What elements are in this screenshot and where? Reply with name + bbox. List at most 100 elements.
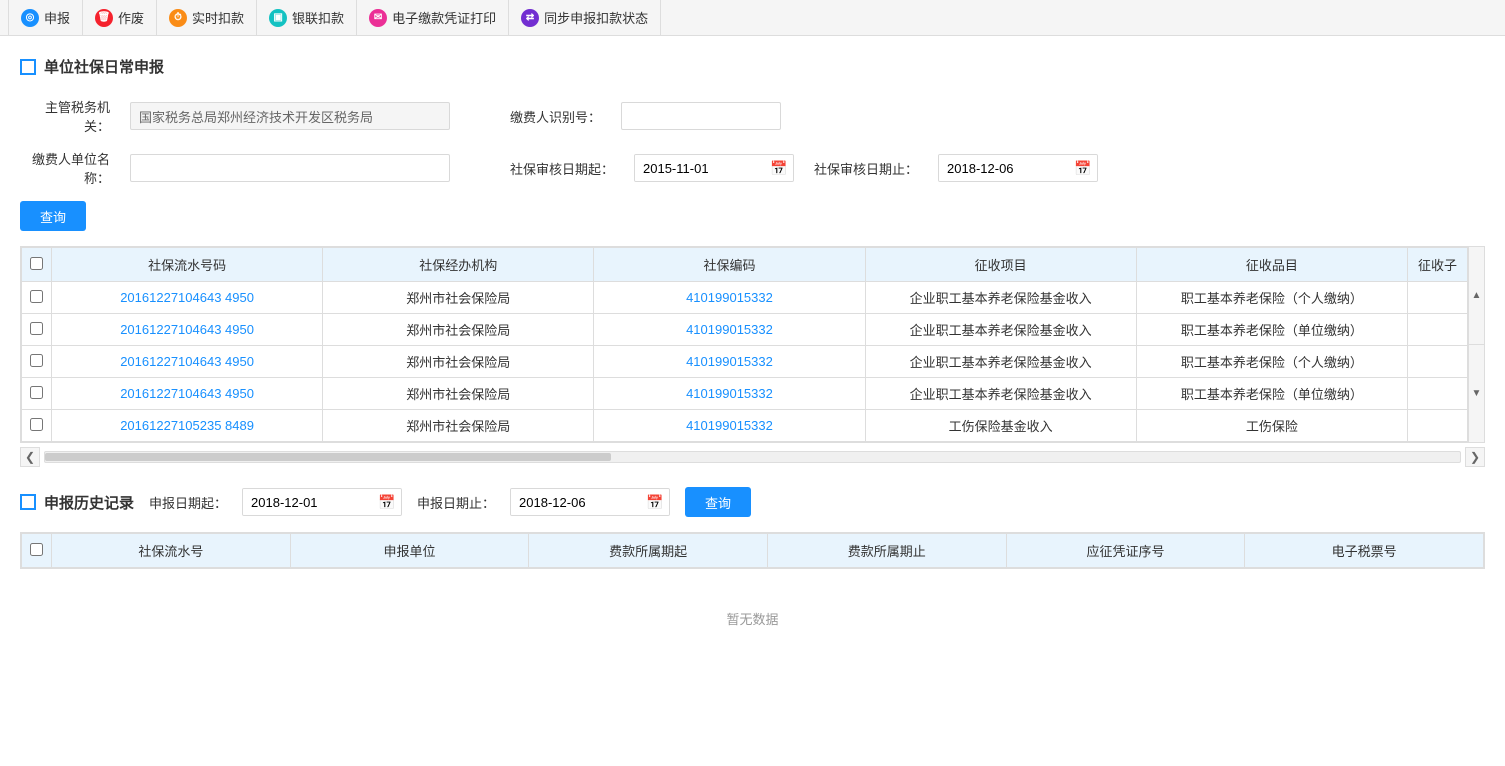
table-cell: 企业职工基本养老保险基金收入 <box>865 282 1136 314</box>
section2-date-to-icon[interactable]: 📅 <box>641 489 669 515</box>
col-item: 征收品目 <box>1136 248 1407 282</box>
row-checkbox[interactable] <box>30 290 43 303</box>
section2-table-header: 社保流水号 申报单位 费款所属期起 费款所属期止 应征凭证序号 电子税票号 <box>22 534 1484 568</box>
payer-id-label: 缴费人识别号： <box>510 107 601 126</box>
table-cell: 职工基本养老保险（单位缴纳） <box>1136 378 1407 410</box>
date-from-label: 社保审核日期起： <box>510 159 614 178</box>
col2-tax-ticket: 电子税票号 <box>1245 534 1484 568</box>
section2-date-from-label: 申报日期起： <box>149 493 227 512</box>
section2-title: 申报历史记录 <box>20 492 134 513</box>
section1-title-icon <box>20 59 36 75</box>
table-cell: 工伤保险 <box>1136 410 1407 442</box>
section2-date-from-input[interactable] <box>243 489 373 515</box>
section2-date-from-wrap[interactable]: 📅 <box>242 488 402 516</box>
discard-icon: 🗑 <box>95 9 113 27</box>
horiz-left-arrow[interactable]: ❮ <box>20 447 40 467</box>
section1-table-section: 社保流水号码 社保经办机构 社保编码 征收项目 征收品目 征收子 2016122… <box>20 246 1485 467</box>
table-cell <box>1408 378 1468 410</box>
query-btn-row: 查询 <box>20 201 1485 231</box>
table-row[interactable]: 20161227104643 4950郑州市社会保险局410199015332企… <box>22 282 1468 314</box>
table-cell <box>1408 346 1468 378</box>
col-category: 征收项目 <box>865 248 1136 282</box>
toolbar-print-label: 电子缴款凭证打印 <box>392 8 496 27</box>
table-cell <box>1408 314 1468 346</box>
row-checkbox[interactable] <box>30 354 43 367</box>
form-row-1: 主管税务机关： 缴费人识别号： <box>20 97 1485 135</box>
table-cell: 郑州市社会保险局 <box>323 378 594 410</box>
table-cell: 20161227105235 8489 <box>52 410 323 442</box>
table-cell: 职工基本养老保险（个人缴纳） <box>1136 346 1407 378</box>
horiz-scrollbar[interactable] <box>44 451 1461 463</box>
toolbar-unionpay-label: 银联扣款 <box>292 8 344 27</box>
toolbar-apply[interactable]: ◎ 申报 <box>8 0 83 35</box>
scroll-up-arrow[interactable]: ▲ <box>1469 247 1484 345</box>
table-cell: 郑州市社会保险局 <box>323 282 594 314</box>
payer-name-input[interactable] <box>130 154 450 182</box>
section2-date-to-input[interactable] <box>511 489 641 515</box>
section2-date-to-wrap[interactable]: 📅 <box>510 488 670 516</box>
horiz-right-arrow[interactable]: ❯ <box>1465 447 1485 467</box>
table-cell: 410199015332 <box>594 346 865 378</box>
payer-id-input[interactable] <box>621 102 781 130</box>
date-from-wrap[interactable]: 📅 <box>634 154 794 182</box>
tax-office-label: 主管税务机关： <box>20 97 110 135</box>
section2-date-from-icon[interactable]: 📅 <box>373 489 401 515</box>
row-checkbox[interactable] <box>30 386 43 399</box>
table-cell: 410199015332 <box>594 378 865 410</box>
section2-table-wrapper: 社保流水号 申报单位 费款所属期起 费款所属期止 应征凭证序号 电子税票号 <box>20 532 1485 569</box>
main-content: 单位社保日常申报 主管税务机关： 缴费人识别号： 缴费人单位名称： 社保审核日期… <box>0 36 1505 766</box>
table-cell: 企业职工基本养老保险基金收入 <box>865 378 1136 410</box>
date-to-label: 社保审核日期止： <box>814 159 918 178</box>
section2-table: 社保流水号 申报单位 费款所属期起 费款所属期止 应征凭证序号 电子税票号 <box>21 533 1484 568</box>
toolbar-sync[interactable]: ⇄ 同步申报扣款状态 <box>509 0 661 35</box>
table-cell: 郑州市社会保险局 <box>323 346 594 378</box>
horiz-scrollbar-thumb <box>45 453 611 461</box>
scroll-down-arrow[interactable]: ▼ <box>1469 345 1484 442</box>
col-serial: 社保流水号码 <box>52 248 323 282</box>
toolbar-discard[interactable]: 🗑 作废 <box>83 0 157 35</box>
section1-table-header: 社保流水号码 社保经办机构 社保编码 征收项目 征收品目 征收子 <box>22 248 1468 282</box>
section1-query-button[interactable]: 查询 <box>20 201 86 231</box>
table-cell <box>1408 282 1468 314</box>
vertical-scrollbar[interactable]: ▲ ▼ <box>1468 247 1484 442</box>
sync-icon: ⇄ <box>521 9 539 27</box>
select-all-checkbox-2[interactable] <box>30 543 43 556</box>
col2-cert-no: 应征凭证序号 <box>1006 534 1245 568</box>
col2-serial: 社保流水号 <box>52 534 291 568</box>
table-row[interactable]: 20161227104643 4950郑州市社会保险局410199015332企… <box>22 378 1468 410</box>
table-cell <box>1408 410 1468 442</box>
table-row[interactable]: 20161227105235 8489郑州市社会保险局410199015332工… <box>22 410 1468 442</box>
toolbar-apply-label: 申报 <box>44 8 70 27</box>
section2-query-button[interactable]: 查询 <box>685 487 751 517</box>
date-from-input[interactable] <box>635 155 765 181</box>
table-cell: 20161227104643 4950 <box>52 282 323 314</box>
toolbar-unionpay[interactable]: ▣ 银联扣款 <box>257 0 357 35</box>
toolbar-print[interactable]: ✉ 电子缴款凭证打印 <box>357 0 509 35</box>
table-cell: 职工基本养老保险（单位缴纳） <box>1136 314 1407 346</box>
apply-icon: ◎ <box>21 9 39 27</box>
toolbar-realtime[interactable]: ⏱ 实时扣款 <box>157 0 257 35</box>
date-to-wrap[interactable]: 📅 <box>938 154 1098 182</box>
table-cell: 20161227104643 4950 <box>52 378 323 410</box>
col-check <box>22 248 52 282</box>
date-from-icon[interactable]: 📅 <box>765 155 793 181</box>
table-cell: 企业职工基本养老保险基金收入 <box>865 314 1136 346</box>
table-cell: 410199015332 <box>594 314 865 346</box>
table-cell: 20161227104643 4950 <box>52 346 323 378</box>
section2-title-text: 申报历史记录 <box>44 492 134 513</box>
toolbar-realtime-label: 实时扣款 <box>192 8 244 27</box>
date-to-icon[interactable]: 📅 <box>1069 155 1097 181</box>
row-checkbox[interactable] <box>30 418 43 431</box>
table-cell: 职工基本养老保险（个人缴纳） <box>1136 282 1407 314</box>
section2-date-to-label: 申报日期止： <box>417 493 495 512</box>
date-to-input[interactable] <box>939 155 1069 181</box>
row-checkbox[interactable] <box>30 322 43 335</box>
table-row[interactable]: 20161227104643 4950郑州市社会保险局410199015332企… <box>22 314 1468 346</box>
table-cell: 郑州市社会保险局 <box>323 410 594 442</box>
toolbar-discard-label: 作废 <box>118 8 144 27</box>
select-all-checkbox[interactable] <box>30 257 43 270</box>
toolbar: ◎ 申报 🗑 作废 ⏱ 实时扣款 ▣ 银联扣款 ✉ 电子缴款凭证打印 ⇄ 同步申… <box>0 0 1505 36</box>
table-row[interactable]: 20161227104643 4950郑州市社会保险局410199015332企… <box>22 346 1468 378</box>
print-icon: ✉ <box>369 9 387 27</box>
tax-office-input[interactable] <box>130 102 450 130</box>
